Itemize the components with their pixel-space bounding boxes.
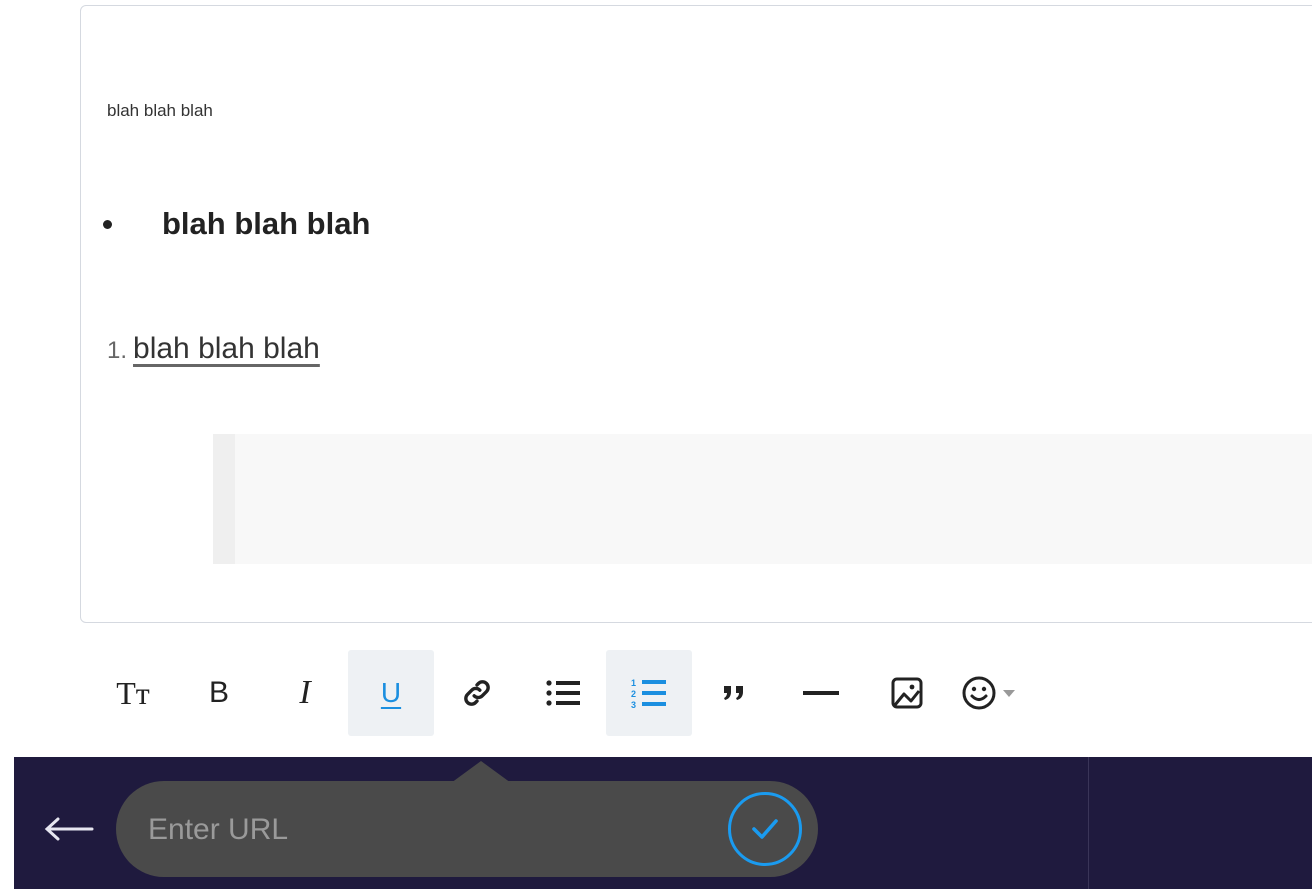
- italic-button[interactable]: I: [262, 650, 348, 736]
- svg-text:1: 1: [631, 678, 636, 688]
- quote-icon: [724, 686, 743, 700]
- back-button[interactable]: [44, 817, 94, 846]
- numbered-marker: 1.: [107, 337, 128, 364]
- checkmark-icon: [752, 819, 778, 839]
- arrow-left-icon: [44, 817, 94, 841]
- bullet-marker: [103, 219, 112, 229]
- image-button[interactable]: [864, 650, 950, 736]
- bottom-bar: [14, 757, 1312, 889]
- rich-text-editor[interactable]: blah blah blah blah blah blah 1. blah bla…: [80, 5, 1312, 623]
- numbered-list-icon: 1 2 3: [631, 678, 666, 710]
- underline-button[interactable]: U: [348, 650, 434, 736]
- bar-divider: [1088, 757, 1089, 889]
- confirm-url-button[interactable]: [728, 792, 802, 866]
- url-popup: [116, 761, 818, 877]
- text-size-button[interactable]: Tт: [90, 650, 176, 736]
- quote-button[interactable]: [692, 650, 778, 736]
- numbered-item-text: blah blah blah: [133, 332, 320, 365]
- blockquote-block[interactable]: [213, 434, 1312, 564]
- horizontal-rule-icon: [803, 691, 839, 695]
- svg-text:3: 3: [631, 700, 636, 710]
- numbered-list-button[interactable]: 1 2 3: [606, 650, 692, 736]
- text-size-icon: Tт: [116, 674, 150, 711]
- link-button[interactable]: [434, 650, 520, 736]
- formatting-toolbar: Tт B I U 1 2 3: [90, 650, 1036, 736]
- emoji-button[interactable]: [950, 650, 1036, 736]
- bullet-list-item: blah blah blah: [103, 206, 370, 242]
- numbered-list-item: 1. blah blah blah: [107, 332, 320, 366]
- link-icon: [464, 680, 490, 706]
- underline-icon: U: [380, 677, 402, 708]
- emoji-icon: [962, 676, 1015, 710]
- bullet-list-button[interactable]: [520, 650, 606, 736]
- url-input[interactable]: [146, 807, 710, 853]
- bullet-list-icon: [546, 680, 580, 706]
- italic-icon: I: [299, 674, 311, 711]
- bold-button[interactable]: B: [176, 650, 262, 736]
- horizontal-rule-button[interactable]: [778, 650, 864, 736]
- bold-icon: B: [208, 676, 229, 709]
- image-icon: [891, 677, 923, 709]
- svg-text:2: 2: [631, 689, 636, 699]
- paragraph-text: blah blah blah: [107, 101, 213, 120]
- bullet-item-text: blah blah blah: [162, 206, 371, 241]
